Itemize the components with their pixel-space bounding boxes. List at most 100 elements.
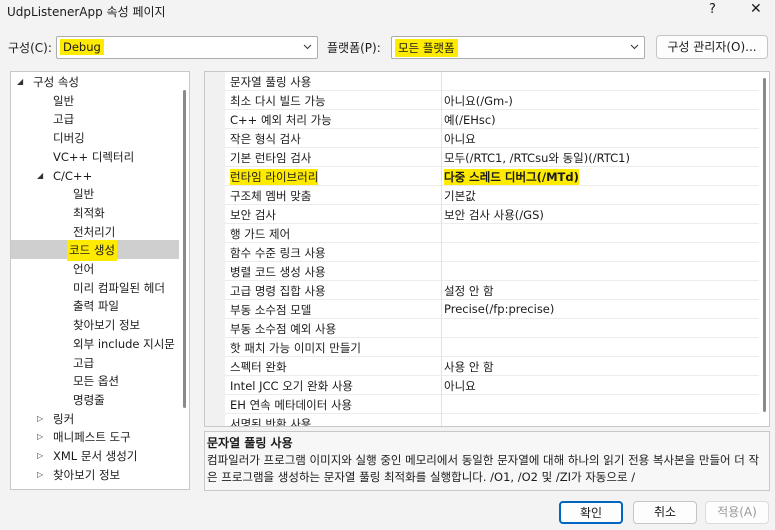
property-row[interactable]: 서명된 반환 사용 — [225, 414, 759, 427]
tree-item[interactable]: ◢ 구성 속성 — [11, 72, 179, 91]
apply-button[interactable]: 적용(A) — [705, 501, 769, 524]
property-name: 병렬 코드 생성 사용 — [230, 265, 326, 279]
property-name: 스펙터 완화 — [230, 360, 287, 374]
property-row[interactable]: 문자열 풀링 사용 — [225, 72, 759, 91]
tree-item[interactable]: 최적화 — [11, 203, 179, 222]
tree-item[interactable]: 고급 — [11, 353, 179, 372]
collapsed-arrow-icon[interactable]: ▷ — [37, 446, 43, 465]
property-row[interactable]: 스펙터 완화 사용 안 함 — [225, 357, 759, 376]
property-name: 구조체 멤버 맞춤 — [230, 189, 312, 203]
property-value[interactable]: 아니요 — [444, 378, 476, 394]
property-row[interactable]: 보안 검사 보안 검사 사용(/GS) — [225, 205, 759, 224]
tree-item[interactable]: ◢ C/C++ — [11, 166, 179, 185]
property-value[interactable]: 다중 스레드 디버그(/MTd) — [444, 169, 579, 185]
tree-item[interactable]: 미리 컴파일된 헤더 — [11, 278, 179, 297]
property-name: Intel JCC 오기 완화 사용 — [230, 379, 354, 393]
chevron-down-icon — [630, 42, 639, 51]
property-name: 고급 명령 집합 사용 — [230, 284, 326, 298]
platform-dropdown[interactable]: 모든 플랫폼 — [391, 36, 645, 59]
property-row[interactable]: 부동 소수점 모델 Precise(/fp:precise) — [225, 300, 759, 319]
property-row[interactable]: 부동 소수점 예외 사용 — [225, 319, 759, 338]
property-value[interactable]: 아니요(/Gm-) — [444, 93, 513, 109]
collapsed-arrow-icon[interactable]: ▷ — [37, 465, 43, 484]
collapsed-arrow-icon[interactable]: ▷ — [37, 409, 43, 428]
property-value[interactable]: 설정 안 함 — [444, 283, 494, 299]
category-tree[interactable]: ◢ 구성 속성 일반 고급 디버깅 VC++ 디렉터리 ◢ C/C++ 일반 최적화 전처리기 코드 … — [10, 71, 190, 490]
description-panel: 문자열 풀링 사용 컴파일러가 프로그램 이미지와 실행 중인 메모리에서 동일… — [204, 431, 770, 491]
property-value[interactable]: 사용 안 함 — [444, 359, 494, 375]
expanded-arrow-icon[interactable]: ◢ — [17, 72, 23, 91]
property-row[interactable]: C++ 예외 처리 가능 예(/EHsc) — [225, 110, 759, 129]
tree-item[interactable]: 디버깅 — [11, 128, 179, 147]
property-row[interactable]: Intel JCC 오기 완화 사용 아니요 — [225, 376, 759, 395]
tree-item[interactable]: 외부 include 지시문 — [11, 334, 179, 353]
property-value[interactable]: 보안 검사 사용(/GS) — [444, 207, 544, 223]
property-name: 함수 수준 링크 사용 — [230, 246, 326, 260]
property-value[interactable]: 예(/EHsc) — [444, 112, 496, 128]
property-row[interactable]: 기본 런타임 검사 모두(/RTC1, /RTCsu와 동일)(/RTC1) — [225, 148, 759, 167]
tree-item[interactable]: ▷ 링커 — [11, 409, 179, 428]
configuration-value: Debug — [60, 39, 104, 55]
property-row[interactable]: 행 가드 제어 — [225, 224, 759, 243]
tree-scrollbar[interactable] — [183, 90, 186, 408]
property-name: 문자열 풀링 사용 — [230, 75, 312, 89]
property-row[interactable]: 병렬 코드 생성 사용 — [225, 262, 759, 281]
property-name: 핫 패치 가능 이미지 만들기 — [230, 341, 362, 355]
tree-item[interactable]: ▷ 찾아보기 정보 — [11, 465, 179, 484]
tree-item[interactable]: 언어 — [11, 259, 179, 278]
property-value[interactable]: 모두(/RTC1, /RTCsu와 동일)(/RTC1) — [444, 150, 630, 166]
configuration-dropdown[interactable]: Debug — [56, 36, 318, 59]
title-bar: UdpListenerApp 속성 페이지 ? ✕ — [0, 0, 775, 26]
collapsed-arrow-icon[interactable]: ▷ — [37, 427, 43, 446]
tree-item[interactable]: 출력 파일 — [11, 296, 179, 315]
property-value[interactable]: Precise(/fp:precise) — [444, 302, 554, 316]
property-name: 부동 소수점 모델 — [230, 303, 312, 317]
tree-item[interactable]: 코드 생성 — [11, 240, 179, 262]
grid-scrollbar[interactable] — [763, 78, 766, 412]
property-name: 보안 검사 — [230, 208, 276, 222]
property-name: 기본 런타임 검사 — [230, 151, 312, 165]
property-row[interactable]: EH 연속 메타데이터 사용 — [225, 395, 759, 414]
grid-column-divider[interactable] — [441, 72, 442, 426]
platform-value: 모든 플랫폼 — [395, 39, 458, 57]
description-text: 컴파일러가 프로그램 이미지와 실행 중인 메모리에서 동일한 문자열에 대해 … — [207, 453, 760, 484]
property-row[interactable]: 최소 다시 빌드 가능 아니요(/Gm-) — [225, 91, 759, 110]
property-value[interactable]: 아니요 — [444, 131, 476, 147]
configuration-label: 구성(C): — [8, 41, 52, 55]
tree-item[interactable]: ▷ XML 문서 생성기 — [11, 446, 179, 465]
tree-item[interactable]: 일반 — [11, 184, 179, 203]
expanded-arrow-icon[interactable]: ◢ — [37, 166, 43, 185]
property-value[interactable]: 기본값 — [444, 188, 476, 204]
close-button[interactable]: ✕ — [750, 1, 762, 17]
property-name: 작은 형식 검사 — [230, 132, 301, 146]
tree-item[interactable]: 고급 — [11, 109, 179, 128]
configuration-manager-button[interactable]: 구성 관리자(O)... — [656, 35, 768, 59]
chevron-down-icon — [303, 42, 312, 51]
grid-gutter — [205, 72, 225, 426]
tree-item[interactable]: 전처리기 — [11, 222, 179, 241]
tree-item[interactable]: 명령줄 — [11, 390, 179, 409]
property-row[interactable]: 런타임 라이브러리 다중 스레드 디버그(/MTd) — [225, 167, 759, 186]
property-row[interactable]: 함수 수준 링크 사용 — [225, 243, 759, 262]
property-row[interactable]: 핫 패치 가능 이미지 만들기 — [225, 338, 759, 357]
property-name: 런타임 라이브러리 — [230, 169, 319, 185]
window-title: UdpListenerApp 속성 페이지 — [7, 5, 166, 19]
tree-item[interactable]: ▷ 매니페스트 도구 — [11, 427, 179, 446]
platform-label: 플랫폼(P): — [327, 41, 381, 55]
property-row[interactable]: 고급 명령 집합 사용 설정 안 함 — [225, 281, 759, 300]
ok-button[interactable]: 확인 — [559, 501, 623, 524]
property-grid[interactable]: 문자열 풀링 사용최소 다시 빌드 가능 아니요(/Gm-) C++ 예외 처리 가… — [204, 71, 770, 427]
property-name: 부동 소수점 예외 사용 — [230, 322, 337, 336]
tree-item[interactable]: 모든 옵션 — [11, 371, 179, 390]
tree-item-label: 찾아보기 정보 — [53, 467, 121, 482]
cancel-button[interactable]: 취소 — [633, 501, 697, 524]
property-row[interactable]: 작은 형식 검사 아니요 — [225, 129, 759, 148]
tree-item[interactable]: 찾아보기 정보 — [11, 315, 179, 334]
tree-item[interactable]: 일반 — [11, 91, 179, 110]
help-button[interactable]: ? — [709, 2, 716, 17]
property-name: 서명된 반환 사용 — [230, 417, 312, 427]
property-name: EH 연속 메타데이터 사용 — [230, 398, 353, 412]
property-row[interactable]: 구조체 멤버 맞춤 기본값 — [225, 186, 759, 205]
tree-item[interactable]: VC++ 디렉터리 — [11, 147, 179, 166]
property-name: 행 가드 제어 — [230, 227, 291, 241]
